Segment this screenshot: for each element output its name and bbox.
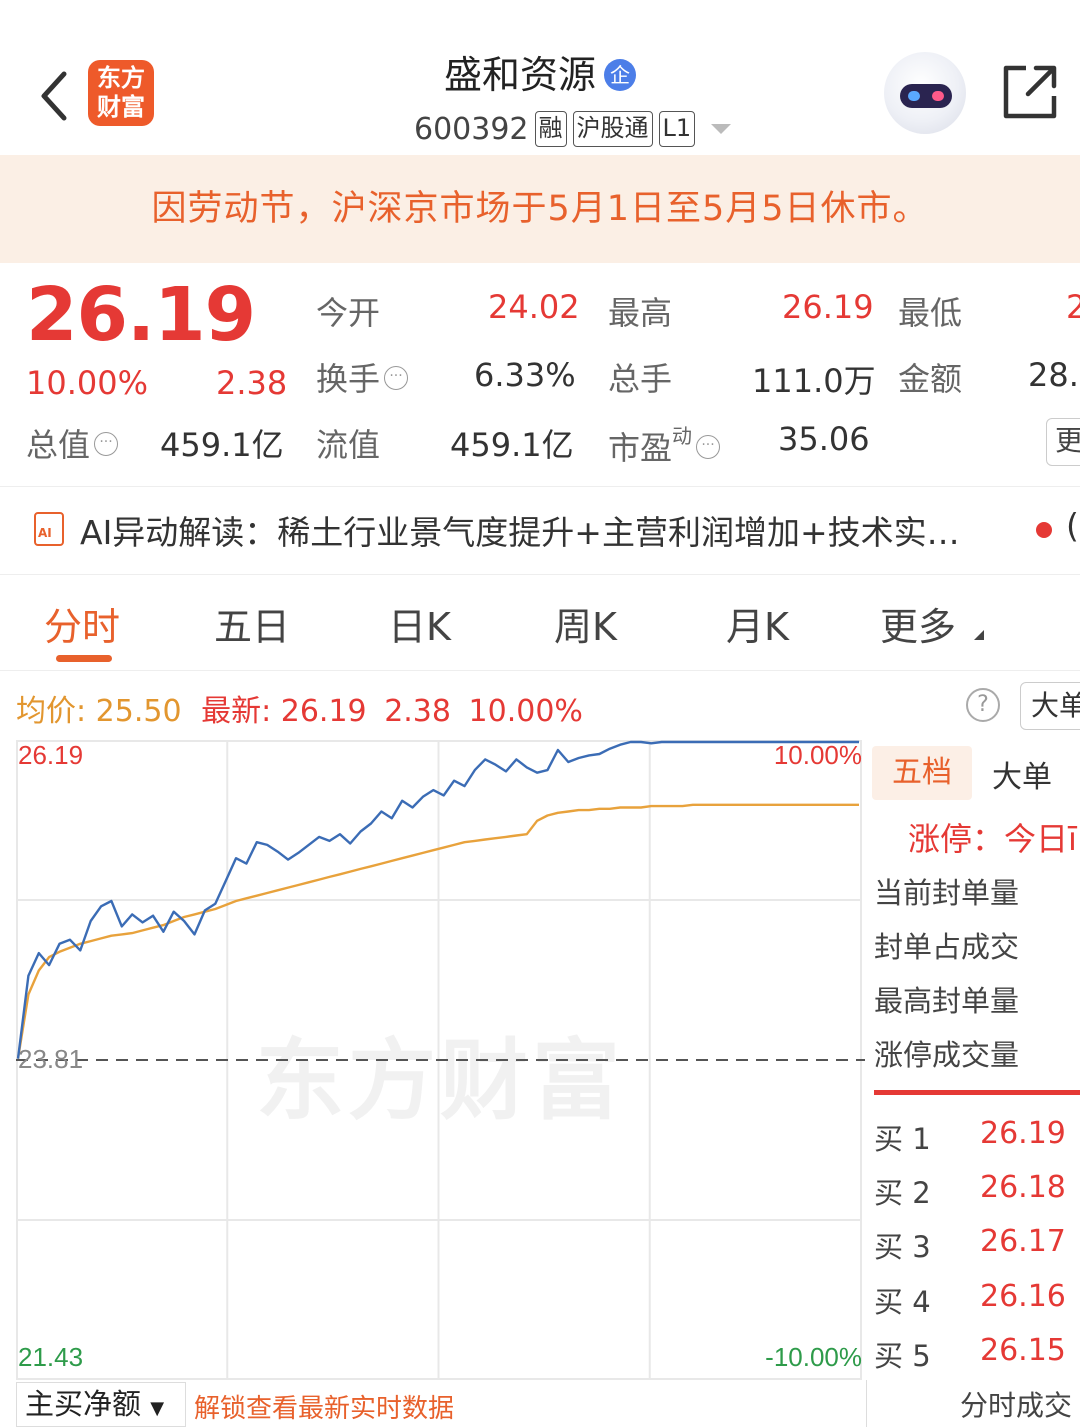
change-amount: 2.38 xyxy=(216,364,288,402)
limit-up-label: 涨停：今日ī xyxy=(908,820,1077,858)
info-icon[interactable]: ··· xyxy=(696,435,721,459)
chart-stats: 均价: 25.50 最新: 26.19 2.38 10.00% xyxy=(16,686,583,730)
app-logo: 东方财富 xyxy=(88,60,154,126)
volume-value: 111.0万 xyxy=(752,362,876,400)
buy-level-label: 买 2 xyxy=(874,1176,931,1210)
latest-label: 最新: xyxy=(201,694,272,729)
limit-volume-label: 涨停成交量 xyxy=(874,1038,1020,1072)
open-value: 24.02 xyxy=(488,288,580,326)
current-price: 26.19 xyxy=(26,272,256,358)
info-icon[interactable]: ··· xyxy=(384,366,409,390)
low-label: 最低 xyxy=(898,294,963,332)
latest-value: 26.19 xyxy=(280,694,367,729)
logo-text: 东方财富 xyxy=(97,64,145,121)
max-seal-label: 最高封单量 xyxy=(874,984,1020,1018)
stock-title: 盛和资源企 xyxy=(300,44,780,99)
more-button[interactable]: 更 xyxy=(1046,418,1080,466)
avg-value: 25.50 xyxy=(95,694,182,729)
seal-ratio-label: 封单占成交 xyxy=(874,930,1020,964)
total-value-label[interactable]: 总值 ··· xyxy=(26,420,119,466)
high-label: 最高 xyxy=(608,294,673,332)
unlock-realtime-link[interactable]: 解锁查看最新实时数据 xyxy=(194,1388,454,1425)
active-tab-underline xyxy=(56,655,112,662)
tab-five-levels[interactable]: 五档 xyxy=(872,746,972,800)
tab-big-orders[interactable]: 大单 xyxy=(992,752,1052,796)
avg-label: 均价: xyxy=(16,694,87,729)
buy-level-label: 买 5 xyxy=(874,1339,931,1373)
ai-report-icon: AI xyxy=(34,512,64,546)
high-value: 26.19 xyxy=(782,288,874,326)
tab-five-day[interactable]: 五日 xyxy=(214,596,290,651)
buy-level-price: 26.16 xyxy=(980,1279,1066,1314)
divider xyxy=(0,574,1080,575)
assistant-robot-icon[interactable] xyxy=(884,52,966,134)
net-buy-select[interactable]: 主买净额 ▼ xyxy=(16,1382,186,1427)
level-tag: L1 xyxy=(658,111,696,147)
tab-weekly-k[interactable]: 周K xyxy=(554,596,617,651)
volume-label: 总手 xyxy=(608,360,673,398)
open-label: 今开 xyxy=(316,294,381,332)
more-caret-icon xyxy=(974,630,984,640)
dropdown-icon[interactable] xyxy=(711,124,732,134)
y-label-right-top: 10.00% xyxy=(774,740,862,770)
latest-pct: 10.00% xyxy=(468,694,583,729)
pe-label[interactable]: 市盈动 ··· xyxy=(608,420,721,469)
change-percent: 10.00% xyxy=(26,364,149,402)
float-value: 459.1亿 xyxy=(450,426,574,464)
turnover-label[interactable]: 换手 ··· xyxy=(316,354,409,400)
seal-volume-label: 当前封单量 xyxy=(874,876,1020,910)
ai-analysis-text[interactable]: AI异动解读：稀土行业景气度提升+主营利润增加+技术实… xyxy=(80,506,1020,554)
red-dot-indicator xyxy=(1036,522,1052,538)
intraday-trades-label[interactable]: 分时成交 xyxy=(960,1384,1072,1424)
buy-level-price: 26.19 xyxy=(980,1116,1066,1151)
tab-monthly-k[interactable]: 月K xyxy=(726,596,789,651)
total-value: 459.1亿 xyxy=(160,426,284,464)
amount-value: 28. xyxy=(1028,356,1079,394)
enterprise-badge: 企 xyxy=(604,59,636,91)
info-icon[interactable]: ··· xyxy=(94,432,119,456)
divider xyxy=(0,486,1080,487)
tab-intraday[interactable]: 分时 xyxy=(44,596,120,651)
tab-daily-k[interactable]: 日K xyxy=(388,596,451,651)
stock-code: 600392 xyxy=(414,111,529,147)
margin-tag: 融 xyxy=(534,111,567,147)
net-buy-select-label: 主买净额 xyxy=(25,1387,142,1421)
low-value: 2 xyxy=(1066,288,1080,326)
stock-name: 盛和资源 xyxy=(443,53,596,97)
ai-trail: ( xyxy=(1066,506,1079,545)
buy-level-label: 买 4 xyxy=(874,1285,931,1319)
connect-tag: 沪股通 xyxy=(572,111,653,147)
pe-value: 35.06 xyxy=(778,420,870,458)
back-icon[interactable] xyxy=(36,66,76,126)
turnover-label-text: 换手 xyxy=(316,360,381,398)
amount-label: 金额 xyxy=(898,360,963,398)
pe-dynamic-sup: 动 xyxy=(672,424,693,448)
turnover-value: 6.33% xyxy=(474,356,576,394)
y-label-right-bottom: -10.00% xyxy=(765,1342,862,1372)
stock-code-row[interactable]: 600392 融 沪股通 L1 xyxy=(414,108,732,150)
buy-level-price: 26.15 xyxy=(980,1333,1066,1368)
intraday-chart[interactable]: 26.19 23.81 21.43 10.00% -10.00% xyxy=(16,740,866,1380)
help-icon[interactable]: ? xyxy=(966,688,1000,722)
holiday-notice[interactable]: 因劳动节，沪深京市场于5月1日至5月5日休市。 xyxy=(0,155,1080,263)
latest-change: 2.38 xyxy=(384,694,451,729)
chart-grid xyxy=(16,740,865,1380)
tab-more[interactable]: 更多 xyxy=(880,596,956,651)
panel-divider xyxy=(874,1090,1080,1095)
float-value-label: 流值 xyxy=(316,426,381,464)
buy-level-label: 买 3 xyxy=(874,1230,931,1264)
select-caret-icon: ▼ xyxy=(150,1398,165,1419)
big-order-button[interactable]: 大单 xyxy=(1020,682,1080,730)
buy-level-price: 26.17 xyxy=(980,1224,1066,1259)
total-value-label-text: 总值 xyxy=(26,426,91,464)
y-label-prev-close: 23.81 xyxy=(18,1044,83,1074)
share-icon[interactable] xyxy=(1000,62,1060,122)
y-label-top: 26.19 xyxy=(18,740,83,770)
y-label-bottom: 21.43 xyxy=(18,1342,83,1372)
buy-level-label: 买 1 xyxy=(874,1122,931,1156)
divider xyxy=(866,1380,867,1427)
divider xyxy=(0,670,1080,671)
buy-level-price: 26.18 xyxy=(980,1170,1066,1205)
pe-label-text: 市盈 xyxy=(608,429,673,467)
